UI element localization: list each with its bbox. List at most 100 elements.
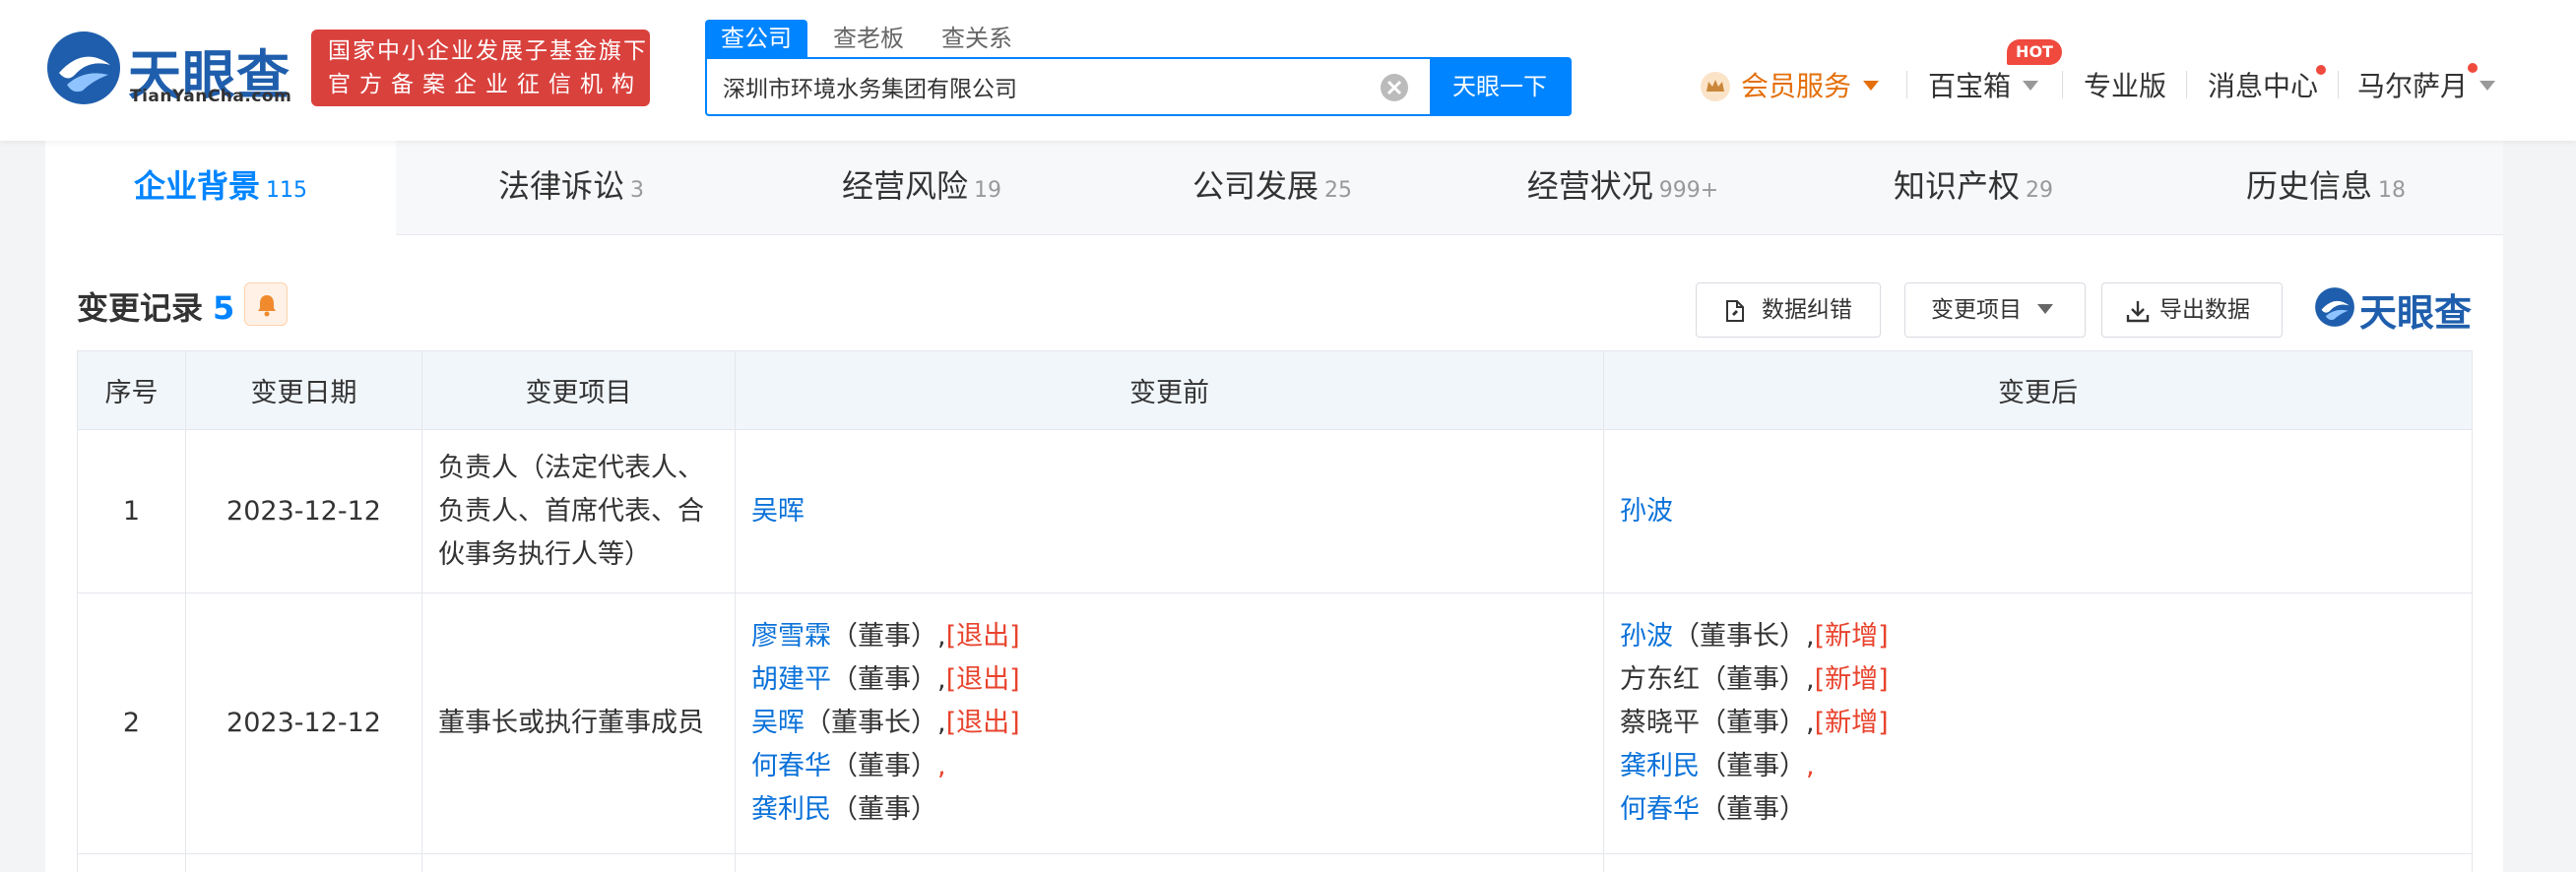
person-link[interactable]: 廖雪霖	[751, 621, 831, 652]
tab-operating-status[interactable]: 经营状况 999+	[1448, 141, 1798, 235]
member-line: 蔡晓平（董事）,[新增]	[1620, 702, 2456, 745]
search-button[interactable]: 天眼一下	[1430, 59, 1570, 114]
nav-divider	[2186, 71, 2187, 98]
member-role: （董事）	[1700, 708, 1806, 738]
hot-badge: HOT	[2007, 39, 2062, 65]
chevron-down-icon	[2037, 303, 2053, 314]
tab-count: 19	[974, 178, 1001, 203]
table-row	[77, 853, 2473, 872]
col-header-after: 变更后	[1603, 350, 2473, 430]
member-line: 龚利民（董事）,	[1620, 745, 2456, 788]
col-header-before: 变更前	[735, 350, 1604, 430]
member-separator: ,	[937, 621, 946, 652]
table-row: 2 2023-12-12 董事长或执行董事成员 廖雪霖（董事）,[退出] 胡建平…	[77, 592, 2473, 854]
tab-label: 公司发展	[1191, 167, 1319, 205]
tab-count: 3	[630, 178, 644, 203]
search-tab-company[interactable]: 查公司	[705, 20, 807, 57]
person-link[interactable]: 孙波	[1620, 621, 1673, 652]
tianyancha-watermark-logo: 天眼查	[2314, 282, 2481, 335]
company-detail-card: 企业背景 115 法律诉讼 3 经营风险 19 公司发展 25 经营状况 999+ 知识产…	[45, 141, 2503, 872]
change-item-filter[interactable]: 变更项目	[1904, 282, 2086, 338]
data-correction-button[interactable]: 数据纠错	[1696, 282, 1881, 338]
export-data-button[interactable]: 导出数据	[2101, 282, 2283, 338]
col-header-date: 变更日期	[185, 350, 422, 430]
col-header-no: 序号	[77, 350, 186, 430]
tab-intellectual-property[interactable]: 知识产权 29	[1798, 141, 2149, 235]
cell-item	[421, 853, 736, 872]
member-line: 吴晖（董事长）,[退出]	[751, 702, 1587, 745]
member-line: 何春华（董事）,	[751, 745, 1587, 788]
cell-before: 吴晖	[735, 429, 1604, 593]
person-link[interactable]: 吴晖	[751, 708, 805, 738]
cell-no: 2	[77, 592, 186, 854]
member-role: （董事）	[831, 664, 937, 695]
cell-before: 廖雪霖（董事）,[退出] 胡建平（董事）,[退出] 吴晖（董事长）,[退出] 何…	[735, 592, 1604, 854]
person-link[interactable]: 何春华	[751, 751, 831, 781]
tab-legal-litigation[interactable]: 法律诉讼 3	[396, 141, 746, 235]
nav-message-center[interactable]: 消息中心	[2208, 65, 2318, 104]
logo-domain: TianYanCha.com	[130, 87, 292, 106]
slogan-banner: 国家中小企业发展子基金旗下 官方备案企业征信机构	[311, 30, 650, 106]
person-link[interactable]: 何春华	[1620, 794, 1700, 825]
category-tabs: 企业背景 115 法律诉讼 3 经营风险 19 公司发展 25 经营状况 999+ 知识产…	[45, 141, 2503, 235]
tab-count: 29	[2026, 178, 2053, 203]
member-separator: ,	[1806, 751, 1815, 781]
tab-label: 历史信息	[2245, 167, 2372, 205]
tab-company-development[interactable]: 公司发展 25	[1097, 141, 1448, 235]
section-title-text: 变更记录	[77, 289, 204, 327]
member-separator: ,	[1806, 664, 1815, 695]
cell-after: 孙波（董事长）,[新增] 方东红（董事）,[新增] 蔡晓平（董事）,[新增] 龚…	[1603, 592, 2473, 854]
vip-crown-icon	[1701, 72, 1730, 101]
search-input[interactable]	[723, 69, 1412, 104]
nav-divider	[1906, 71, 1907, 98]
cell-date	[185, 853, 422, 872]
cell-item: 负责人（法定代表人、负责人、首席代表、合伙事务执行人等）	[421, 429, 736, 593]
subscribe-bell-button[interactable]	[244, 282, 288, 326]
clear-search-icon[interactable]	[1379, 72, 1410, 103]
tab-count: 115	[266, 178, 307, 203]
member-line: 孙波（董事长）,[新增]	[1620, 615, 2456, 658]
export-data-label: 导出数据	[2159, 297, 2250, 323]
chevron-down-icon	[2479, 81, 2496, 91]
member-line: 方东红（董事）,[新增]	[1620, 658, 2456, 702]
person-link[interactable]: 吴晖	[751, 496, 805, 527]
tab-enterprise-background[interactable]: 企业背景 115	[45, 141, 396, 235]
search-tab-relation[interactable]: 查关系	[941, 20, 1012, 57]
search-tab-boss[interactable]: 查老板	[833, 20, 904, 57]
nav-toolbox[interactable]: 百宝箱	[1928, 65, 2039, 104]
section-title: 变更记录 5	[77, 283, 234, 329]
member-role: （董事长）	[1673, 621, 1806, 652]
tab-business-risk[interactable]: 经营风险 19	[746, 141, 1097, 235]
cell-date: 2023-12-12	[185, 592, 422, 854]
member-role: （董事）	[831, 751, 937, 781]
logo-eye-icon	[2315, 287, 2354, 327]
person-name: 方东红	[1620, 664, 1700, 695]
member-separator: ,	[1806, 708, 1815, 738]
nav-divider	[2062, 71, 2063, 98]
member-separator: ,	[1806, 621, 1815, 652]
nav-pro-version[interactable]: 专业版	[2084, 65, 2166, 104]
member-role: （董事）	[831, 794, 937, 825]
tab-history-info[interactable]: 历史信息 18	[2149, 141, 2503, 235]
cell-before	[735, 853, 1604, 872]
chevron-down-icon	[1863, 81, 1880, 91]
data-correction-label: 数据纠错	[1762, 297, 1852, 323]
user-notification-dot	[2468, 63, 2478, 73]
change-records-table: 序号 变更日期 变更项目 变更前 变更后 1 2023-12-12 负责人（法定…	[77, 350, 2473, 872]
tab-label: 经营风险	[841, 167, 968, 205]
new-tag: [新增]	[1814, 621, 1889, 652]
member-separator: ,	[937, 664, 946, 695]
member-line: 龚利民（董事）	[751, 788, 1587, 832]
person-link[interactable]: 孙波	[1620, 496, 1673, 527]
user-name: 马尔萨月	[2357, 70, 2469, 102]
nav-vip-service[interactable]: 会员服务	[1741, 65, 1880, 104]
tianyancha-logo[interactable]: 天眼查 TianYanCha.com	[45, 30, 291, 108]
top-header: 天眼查 TianYanCha.com 国家中小企业发展子基金旗下 官方备案企业征…	[0, 0, 2576, 141]
tab-label: 知识产权	[1893, 167, 2020, 205]
person-link[interactable]: 胡建平	[751, 664, 831, 695]
tab-count: 25	[1324, 178, 1352, 203]
member-role: （董事）	[1700, 794, 1806, 825]
person-link[interactable]: 龚利民	[751, 794, 831, 825]
member-role: （董事）	[831, 621, 937, 652]
person-link[interactable]: 龚利民	[1620, 751, 1700, 781]
